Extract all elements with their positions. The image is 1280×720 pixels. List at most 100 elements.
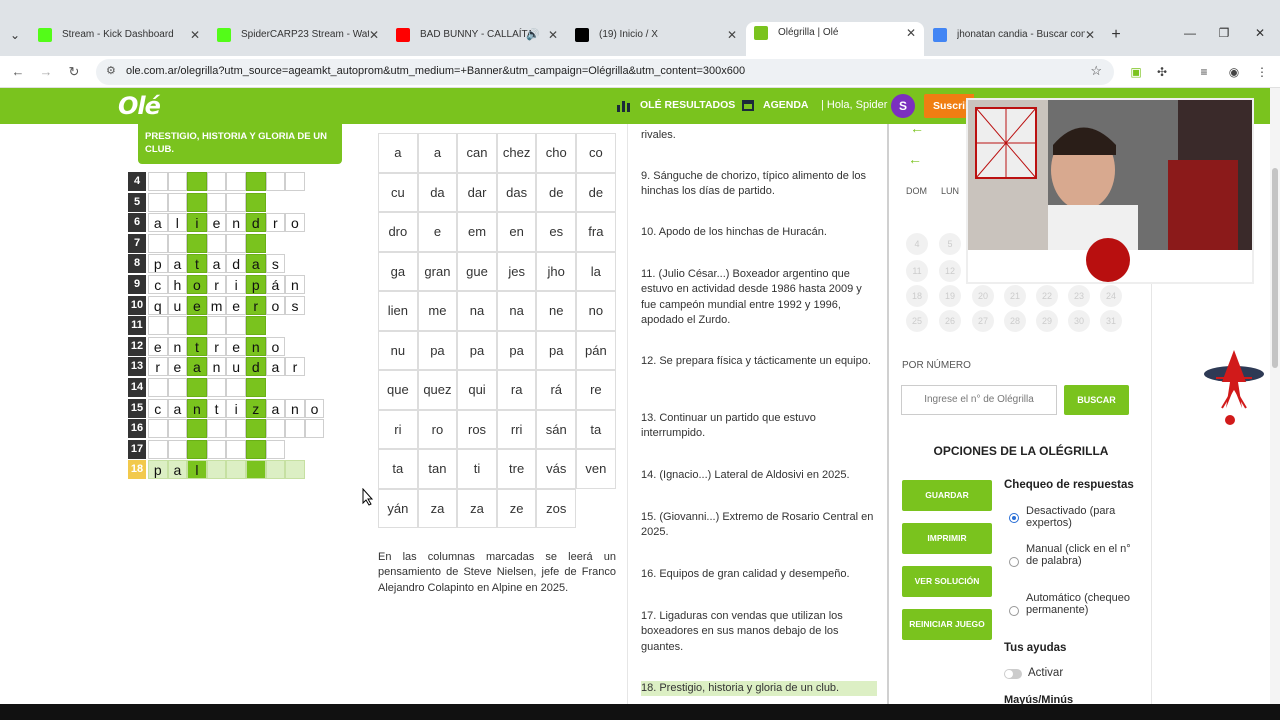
clue-item[interactable]: 15. (Giovanni...) Extremo de Rosario Cen… xyxy=(641,510,877,541)
syllable-cell[interactable]: yán xyxy=(378,488,418,528)
syllable-cell[interactable]: ga xyxy=(378,251,418,291)
grid-cell[interactable] xyxy=(226,419,246,439)
grid-cell[interactable]: a xyxy=(265,357,286,377)
grid-cell[interactable] xyxy=(304,419,325,439)
grid-cell[interactable] xyxy=(285,172,305,191)
syllable-cell[interactable]: lien xyxy=(378,291,418,331)
grid-cell[interactable]: e xyxy=(187,295,207,315)
grid-cell[interactable]: a xyxy=(167,398,188,418)
grid-cell[interactable]: á xyxy=(265,275,286,294)
ayudas-toggle[interactable] xyxy=(1004,669,1022,679)
syllable-cell[interactable]: en xyxy=(496,212,537,252)
grid-cell[interactable]: m xyxy=(206,295,227,315)
grid-cell[interactable]: a xyxy=(246,254,266,274)
syllable-cell[interactable]: ros xyxy=(457,409,497,449)
grid-cell[interactable]: r xyxy=(246,295,266,315)
media-control-icon[interactable]: ≡ xyxy=(1194,62,1214,82)
grid-cell[interactable]: r xyxy=(265,213,286,233)
minimize-icon[interactable]: — xyxy=(1180,26,1200,40)
syllable-cell[interactable]: ven xyxy=(576,449,616,489)
syllable-cell[interactable]: rri xyxy=(496,409,537,449)
tab-close-icon[interactable]: ✕ xyxy=(190,24,200,46)
grid-cell[interactable] xyxy=(206,439,227,459)
browser-tab[interactable]: BAD BUNNY - CALLAÍTA 🔊 ✕ xyxy=(388,24,566,56)
grid-cell[interactable] xyxy=(206,378,227,397)
syllable-cell[interactable]: es xyxy=(536,212,577,252)
syllable-cell[interactable]: re xyxy=(576,370,616,410)
syllable-cell[interactable]: la xyxy=(576,251,616,291)
calendar-day[interactable]: 11 xyxy=(906,260,928,282)
row-number[interactable]: 15 xyxy=(128,398,146,418)
tab-close-icon[interactable]: ✕ xyxy=(906,22,916,44)
grid-cell[interactable] xyxy=(167,439,188,459)
grid-cell[interactable] xyxy=(265,439,286,459)
grid-cell[interactable] xyxy=(206,172,227,191)
imprimir-button[interactable]: IMPRIMIR xyxy=(902,523,992,554)
grid-cell[interactable] xyxy=(187,172,207,191)
radio-desactivado[interactable] xyxy=(1009,513,1019,523)
site-info-icon[interactable]: ⚙ xyxy=(106,64,116,77)
grid-cell[interactable]: a xyxy=(265,398,286,418)
grid-cell[interactable] xyxy=(246,316,266,336)
arrow-left-icon[interactable]: ← xyxy=(910,120,924,136)
calendar-day[interactable]: 31 xyxy=(1100,310,1122,332)
grid-cell[interactable] xyxy=(167,419,188,439)
syllable-cell[interactable]: ro xyxy=(417,409,458,449)
grid-cell[interactable]: n xyxy=(187,398,207,418)
row-number[interactable]: 18 xyxy=(128,460,146,480)
calendar-day[interactable]: 23 xyxy=(1068,285,1090,307)
syllable-cell[interactable]: no xyxy=(576,291,616,331)
syllable-cell[interactable]: zos xyxy=(536,488,577,528)
radio-automatico[interactable] xyxy=(1009,606,1019,616)
grid-cell[interactable] xyxy=(206,233,227,253)
row-number[interactable]: 14 xyxy=(128,378,146,397)
row-number[interactable]: 8 xyxy=(128,254,146,274)
grid-cell[interactable]: o xyxy=(187,275,207,294)
syllable-cell[interactable]: chez xyxy=(496,133,537,173)
omnibox[interactable]: ⚙ ole.com.ar/olegrilla?utm_source=ageamk… xyxy=(96,59,1114,85)
grid-cell[interactable] xyxy=(226,460,246,480)
bookmark-star-icon[interactable]: ☆ xyxy=(1090,63,1102,79)
calendar-day[interactable]: 20 xyxy=(972,285,994,307)
row-number[interactable]: 4 xyxy=(128,172,146,191)
syllable-cell[interactable]: na xyxy=(496,291,537,331)
grid-cell[interactable] xyxy=(246,192,266,212)
grid-cell[interactable]: d xyxy=(246,357,266,377)
grid-cell[interactable]: u xyxy=(226,357,246,377)
grid-cell[interactable] xyxy=(246,233,266,253)
syllable-cell[interactable]: gue xyxy=(457,251,497,291)
clue-item[interactable]: 9. Sánguche de chorizo, típico alimento … xyxy=(641,169,877,200)
syllable-cell[interactable]: ti xyxy=(457,449,497,489)
syllable-cell[interactable]: ra xyxy=(496,370,537,410)
syllable-cell[interactable]: ta xyxy=(378,449,418,489)
grid-cell[interactable] xyxy=(148,419,168,439)
grid-cell[interactable] xyxy=(148,316,168,336)
extension-icon[interactable]: ▣ xyxy=(1126,62,1146,82)
grid-cell[interactable]: o xyxy=(304,398,325,418)
calendar-day[interactable]: 30 xyxy=(1068,310,1090,332)
grid-cell[interactable]: l xyxy=(167,213,188,233)
clue-item[interactable]: rivales. xyxy=(641,128,877,143)
clue-item[interactable]: 10. Apodo de los hinchas de Huracán. xyxy=(641,225,877,240)
syllable-cell[interactable]: jho xyxy=(536,251,577,291)
ole-logo[interactable]: Olé xyxy=(118,92,161,120)
grid-cell[interactable] xyxy=(226,192,246,212)
nav-ole-resultados[interactable]: OLÉ RESULTADOS xyxy=(640,99,735,111)
grid-cell[interactable] xyxy=(187,419,207,439)
syllable-cell[interactable]: pán xyxy=(576,330,616,370)
syllable-cell[interactable]: a xyxy=(378,133,418,173)
restore-icon[interactable]: ❐ xyxy=(1214,26,1234,40)
profile-icon[interactable]: ◉ xyxy=(1224,62,1244,82)
grid-cell[interactable] xyxy=(246,419,266,439)
syllable-cell[interactable]: dar xyxy=(457,172,497,212)
grid-cell[interactable]: t xyxy=(187,254,207,274)
calendar-day[interactable]: 27 xyxy=(972,310,994,332)
grid-cell[interactable] xyxy=(226,378,246,397)
grid-cell[interactable]: e xyxy=(226,336,246,356)
calendar-day[interactable]: 12 xyxy=(939,260,961,282)
row-number[interactable]: 6 xyxy=(128,213,146,233)
guardar-button[interactable]: GUARDAR xyxy=(902,480,992,511)
avatar[interactable]: S xyxy=(891,94,915,118)
row-number[interactable]: 7 xyxy=(128,233,146,253)
syllable-cell[interactable]: dro xyxy=(378,212,418,252)
